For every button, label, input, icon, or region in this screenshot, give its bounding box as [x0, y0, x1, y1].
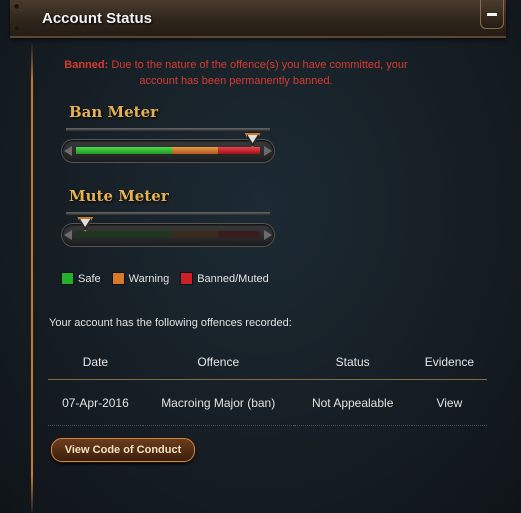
account-status-panel: Account Status Banned: Due to the nature… — [0, 0, 521, 513]
mute-meter-track — [76, 231, 260, 238]
rivet-icon — [14, 26, 19, 31]
offence-name: Macroing Major (ban) — [142, 379, 294, 426]
view-code-of-conduct-button[interactable]: View Code of Conduct — [51, 438, 195, 462]
ban-meter-warning-segment — [171, 147, 218, 154]
table-row: 07-Apr-2016 Macroing Major (ban) Not App… — [48, 379, 487, 426]
offences-table: Date Offence Status Evidence 07-Apr-2016… — [48, 345, 487, 426]
mute-meter-rail — [66, 212, 270, 215]
mute-meter-muted-segment — [217, 231, 260, 238]
view-evidence-link[interactable]: View — [411, 379, 487, 426]
minus-icon — [487, 12, 497, 16]
mute-meter-warning-segment — [171, 231, 218, 238]
legend-item-warning: Warning — [111, 272, 170, 285]
banned-label: Banned: — [64, 59, 109, 71]
mute-meter-safe-segment — [76, 231, 172, 238]
offence-date: 07-Apr-2016 — [48, 379, 143, 426]
banned-muted-swatch — [180, 272, 194, 285]
mute-meter-title: Mute Meter — [69, 187, 169, 205]
legend-item-banned-muted: Banned/Muted — [180, 272, 269, 285]
offence-status: Not Appealable — [293, 379, 412, 426]
ban-meter-banned-segment — [217, 147, 260, 154]
legend-item-safe: Safe — [61, 272, 101, 285]
banned-text: Due to the nature of the offence(s) you … — [111, 59, 408, 87]
ban-meter-rail — [66, 128, 270, 131]
offences-intro: Your account has the following offences … — [49, 317, 292, 329]
meter-legend: Safe Warning Banned/Muted — [61, 272, 280, 285]
legend-label: Banned/Muted — [197, 272, 269, 285]
ban-meter-track — [76, 147, 260, 154]
banned-notice: Banned: Due to the nature of the offence… — [58, 57, 414, 89]
panel-header: Account Status — [10, 0, 506, 38]
safe-swatch — [61, 272, 74, 285]
mute-meter — [62, 224, 274, 246]
rivet-icon — [14, 4, 19, 9]
column-header-date: Date — [48, 345, 143, 380]
accent-divider — [31, 44, 33, 513]
page-title: Account Status — [42, 10, 153, 27]
ban-meter-safe-segment — [76, 147, 172, 154]
ban-meter-title: Ban Meter — [69, 103, 159, 121]
warning-swatch — [111, 272, 125, 285]
ban-meter — [62, 140, 274, 162]
collapse-button[interactable] — [480, 0, 504, 29]
column-header-status: Status — [293, 345, 412, 380]
legend-label: Safe — [78, 272, 101, 285]
legend-label: Warning — [128, 272, 170, 285]
column-header-evidence: Evidence — [411, 345, 487, 380]
table-header-row: Date Offence Status Evidence — [48, 345, 487, 380]
column-header-offence: Offence — [142, 345, 294, 380]
